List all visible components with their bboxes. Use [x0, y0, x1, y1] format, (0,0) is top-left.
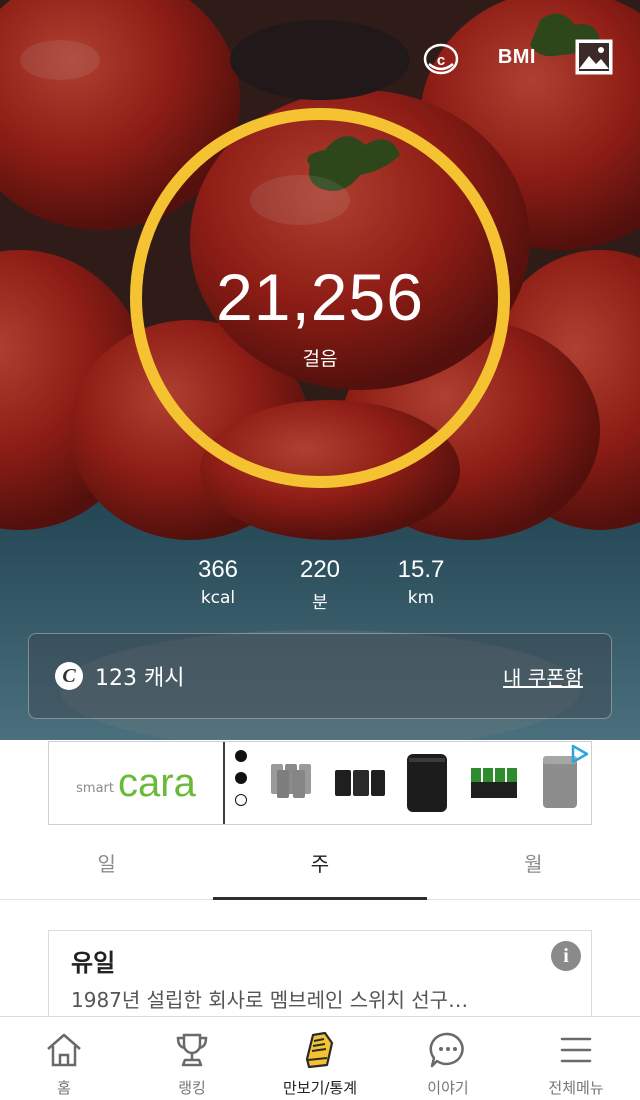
nav-home[interactable]: 홈 — [0, 1017, 128, 1100]
ad-brand-logo: smart cara — [49, 742, 225, 824]
company-card[interactable]: 유일 1987년 설립한 회사로 멤브레인 스위치 선구… i — [48, 930, 592, 1020]
distance-value: 15.7 — [397, 556, 445, 583]
bmi-button[interactable]: BMI — [498, 46, 536, 69]
period-tabs: 일 주 월 — [0, 826, 640, 900]
shoe-icon — [305, 1031, 334, 1069]
cash-coin-icon: C — [55, 662, 83, 690]
home-icon — [47, 1033, 81, 1067]
chat-icon — [429, 1032, 464, 1068]
steps-progress-ring: 21,256 걸음 — [128, 106, 512, 490]
cash-panel: C 123 캐시 내 쿠폰함 — [28, 633, 612, 719]
nav-home-label: 홈 — [57, 1079, 71, 1097]
ad-products-image — [225, 742, 591, 824]
ad-brand-big: cara — [118, 760, 196, 805]
top-toolbar: c BMI — [422, 38, 614, 76]
nav-pedometer[interactable]: 만보기/통계 — [256, 1017, 384, 1100]
minutes-value: 220 — [299, 556, 341, 583]
steps-unit-label: 걸음 — [302, 348, 338, 370]
svg-text:c: c — [437, 52, 445, 69]
nav-story[interactable]: 이야기 — [384, 1017, 512, 1100]
tab-day[interactable]: 일 — [0, 826, 213, 899]
coin-icon[interactable]: c — [422, 38, 460, 76]
ad-dot — [235, 772, 247, 784]
nav-ranking[interactable]: 랭킹 — [128, 1017, 256, 1100]
my-coupons-link[interactable]: 내 쿠폰함 — [503, 662, 583, 691]
image-icon[interactable] — [574, 38, 614, 76]
nav-all-menu[interactable]: 전체메뉴 — [512, 1017, 640, 1100]
nav-pedometer-label: 만보기/통계 — [282, 1079, 358, 1097]
ad-dot — [235, 750, 247, 762]
tab-month[interactable]: 월 — [427, 826, 640, 899]
info-icon[interactable]: i — [551, 941, 581, 971]
hero-section: c BMI 21,256 걸음 366 kcal 220 분 15.7 km C… — [0, 0, 640, 740]
distance-stat: 15.7 km — [366, 556, 476, 608]
ad-banner[interactable]: smart cara — [48, 741, 592, 825]
ad-product-graphics — [271, 754, 577, 812]
ad-choices-icon[interactable] — [569, 744, 589, 764]
menu-icon — [560, 1037, 592, 1063]
calories-value: 366 — [197, 556, 239, 583]
ad-carousel-dots — [235, 750, 247, 806]
minutes-unit: 분 — [312, 593, 328, 613]
distance-unit: km — [407, 588, 435, 608]
nav-story-label: 이야기 — [427, 1079, 469, 1097]
steps-count: 21,256 — [216, 260, 424, 334]
bottom-navigation: 홈 랭킹 만보기/통계 이야기 전체메뉴 — [0, 1016, 640, 1100]
company-title: 유일 — [71, 949, 116, 977]
company-description: 1987년 설립한 회사로 멤브레인 스위치 선구… — [71, 988, 469, 1012]
cash-balance: C 123 캐시 — [55, 660, 184, 692]
cash-amount: 123 캐시 — [95, 666, 185, 691]
calories-stat: 366 kcal — [163, 556, 273, 608]
ad-brand-small: smart — [76, 780, 115, 796]
nav-all-menu-label: 전체메뉴 — [548, 1079, 604, 1097]
minutes-stat: 220 분 — [265, 556, 375, 613]
nav-ranking-label: 랭킹 — [178, 1079, 206, 1097]
ad-dot — [235, 794, 247, 806]
trophy-icon — [176, 1033, 208, 1067]
tab-week[interactable]: 주 — [213, 826, 427, 900]
calories-unit: kcal — [200, 588, 236, 608]
